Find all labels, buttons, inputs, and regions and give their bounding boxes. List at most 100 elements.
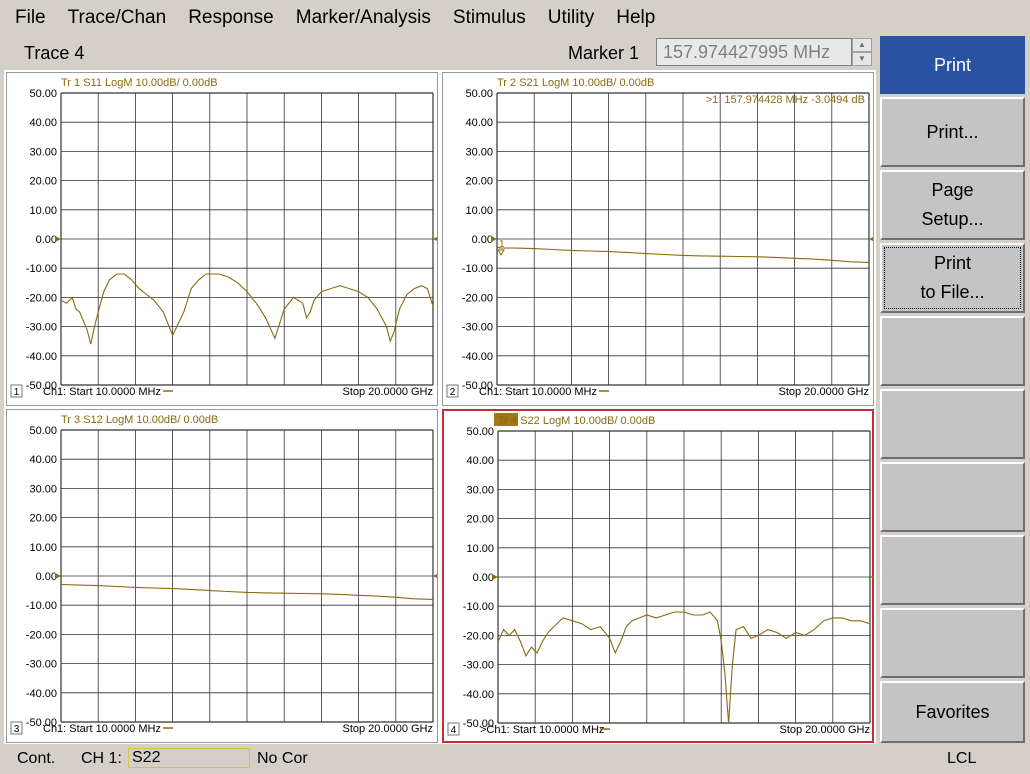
menu-stimulus[interactable]: Stimulus — [442, 2, 537, 34]
y-tick-label: 0.00 — [36, 571, 57, 583]
grid — [60, 429, 434, 723]
marker-1-label: 1 — [499, 239, 505, 250]
trace-window-1[interactable]: 50.00 40.00 30.00 20.00 10.00 0.00 -10.00 -20.0… — [6, 72, 438, 406]
reference-left-icon — [55, 573, 61, 579]
grid — [497, 430, 871, 724]
marker-icon — [497, 249, 505, 256]
trace-window-2[interactable]: 50.00 40.00 30.00 20.00 10.00 0.00 -10.00 -20.0… — [442, 72, 874, 406]
stop-frequency-label: Stop 20.0000 GHz — [778, 386, 869, 398]
reference-left-icon — [491, 236, 497, 242]
y-tick-label: 30.00 — [29, 146, 57, 158]
menu-trace-chan[interactable]: Trace/Chan — [57, 2, 178, 34]
y-tick-label: -40.00 — [463, 689, 494, 701]
y-tick-label: 30.00 — [29, 483, 57, 495]
softkey-menu-title: Print — [880, 36, 1025, 94]
y-tick-label: -10.00 — [26, 600, 57, 612]
y-tick-label: -40.00 — [26, 351, 57, 363]
menu-marker-analysis[interactable]: Marker/Analysis — [285, 2, 442, 34]
grid — [496, 92, 870, 386]
softkey-print-to-file[interactable]: Print to File... — [880, 243, 1025, 313]
vna-application: File Trace/Chan Response Marker/Analysis… — [0, 0, 1030, 774]
y-tick-label: 10.00 — [466, 543, 494, 555]
y-tick-label: -40.00 — [462, 351, 493, 363]
y-tick-label: -20.00 — [462, 292, 493, 304]
y-tick-label: 20.00 — [466, 514, 494, 526]
softkey-print[interactable]: Print... — [880, 97, 1025, 167]
status-bar: Cont. CH 1: S22 No Cor LCL — [4, 746, 1026, 772]
menu-response[interactable]: Response — [177, 2, 285, 34]
reference-left-icon — [55, 236, 61, 242]
softkey-empty-7[interactable] — [880, 462, 1025, 532]
window-number: 3 — [14, 724, 20, 735]
start-frequency-label: Ch1: Start 10.0000 MHz — [43, 386, 161, 398]
active-entry-bar: Trace 4 Marker 1 ▲ ▼ — [4, 36, 876, 70]
marker-frequency-input[interactable] — [656, 38, 852, 66]
trace-title: Tr 3 S12 LogM 10.00dB/ 0.00dB — [61, 414, 218, 426]
y-tick-label: -30.00 — [463, 660, 494, 672]
measurement-display: 50.00 40.00 30.00 20.00 10.00 0.00 -10.00 -20.0… — [4, 70, 876, 744]
window-number: 2 — [450, 387, 456, 398]
y-tick-label: 20.00 — [29, 176, 57, 188]
lcl-indicator: LCL — [947, 750, 977, 767]
y-tick-label: -20.00 — [26, 629, 57, 641]
y-tick-label: 20.00 — [29, 513, 57, 525]
y-tick-label: -30.00 — [26, 659, 57, 671]
y-tick-label: -10.00 — [462, 263, 493, 275]
trace-chart-svg: 50.00 40.00 30.00 20.00 10.00 0.00 -10.00 -20.0… — [10, 77, 437, 398]
status-channel: CH 1: — [81, 750, 122, 767]
y-tick-label: 30.00 — [466, 484, 494, 496]
marker-label: Marker 1 — [568, 43, 640, 63]
y-tick-label: 10.00 — [29, 542, 57, 554]
trace-title: Tr 2 S21 LogM 10.00dB/ 0.00dB — [497, 77, 654, 89]
softkey-empty-5[interactable] — [880, 316, 1025, 386]
y-tick-label: 40.00 — [29, 117, 57, 129]
grid — [60, 92, 434, 386]
y-tick-label: 0.00 — [36, 234, 57, 246]
trace-window-4[interactable]: 50.00 40.00 30.00 20.00 10.00 0.00 -10.00 -20.0… — [442, 409, 874, 743]
y-tick-label: 50.00 — [29, 88, 57, 100]
y-tick-label: -30.00 — [462, 322, 493, 334]
y-tick-label: 50.00 — [466, 426, 494, 438]
trace-chart-svg: 50.00 40.00 30.00 20.00 10.00 0.00 -10.00 -20.0… — [447, 413, 874, 736]
start-frequency-label: Ch1: Start 10.0000 MHz — [43, 723, 161, 735]
y-tick-label: 10.00 — [29, 205, 57, 217]
y-tick-label: 40.00 — [465, 117, 493, 129]
window-number: 1 — [14, 387, 20, 398]
correction-status: No Cor — [257, 750, 308, 767]
start-frequency-label: Ch1: Start 10.0000 MHz — [479, 386, 597, 398]
softkey-empty-9[interactable] — [880, 608, 1025, 678]
trace-title: Tr 1 S11 LogM 10.00dB/ 0.00dB — [61, 77, 218, 89]
y-tick-label: 50.00 — [29, 425, 57, 437]
active-trace-title: Trace 4 — [24, 43, 85, 63]
y-tick-label: 30.00 — [465, 146, 493, 158]
y-tick-label: 40.00 — [29, 454, 57, 466]
menu-file[interactable]: File — [4, 2, 57, 34]
sweep-mode: Cont. — [17, 750, 56, 767]
status-measurement: S22 — [128, 748, 250, 768]
trace-title: Tr 4 S22 LogM 10.00dB/ 0.00dB — [498, 415, 655, 427]
menu-help[interactable]: Help — [605, 2, 666, 34]
stop-frequency-label: Stop 20.0000 GHz — [342, 386, 433, 398]
trace-chart-svg: 50.00 40.00 30.00 20.00 10.00 0.00 -10.00 -20.0… — [446, 77, 873, 398]
marker-readout: >1: 157.974428 MHz -3.0494 dB — [706, 94, 865, 106]
y-tick-label: -20.00 — [26, 292, 57, 304]
y-tick-label: 0.00 — [473, 572, 494, 584]
menu-bar: File Trace/Chan Response Marker/Analysis… — [4, 2, 1026, 34]
spin-down-icon[interactable]: ▼ — [852, 52, 872, 66]
menu-utility[interactable]: Utility — [537, 2, 605, 34]
y-tick-label: -10.00 — [463, 601, 494, 613]
start-frequency-label: >Ch1: Start 10.0000 MHz — [480, 724, 604, 736]
softkey-empty-6[interactable] — [880, 389, 1025, 459]
stop-frequency-label: Stop 20.0000 GHz — [779, 724, 870, 736]
stop-frequency-label: Stop 20.0000 GHz — [342, 723, 433, 735]
y-tick-label: 0.00 — [472, 234, 493, 246]
spin-up-icon[interactable]: ▲ — [852, 38, 872, 52]
trace-window-3[interactable]: 50.00 40.00 30.00 20.00 10.00 0.00 -10.00 -20.0… — [6, 409, 438, 743]
y-tick-label: 50.00 — [465, 88, 493, 100]
marker-spinner: ▲ ▼ — [852, 38, 872, 66]
softkey-favorites[interactable]: Favorites — [880, 681, 1025, 743]
trace-chart-svg: 50.00 40.00 30.00 20.00 10.00 0.00 -10.00 -20.0… — [10, 414, 437, 735]
y-tick-label: 10.00 — [465, 205, 493, 217]
softkey-page-setup[interactable]: Page Setup... — [880, 170, 1025, 240]
softkey-empty-8[interactable] — [880, 535, 1025, 605]
